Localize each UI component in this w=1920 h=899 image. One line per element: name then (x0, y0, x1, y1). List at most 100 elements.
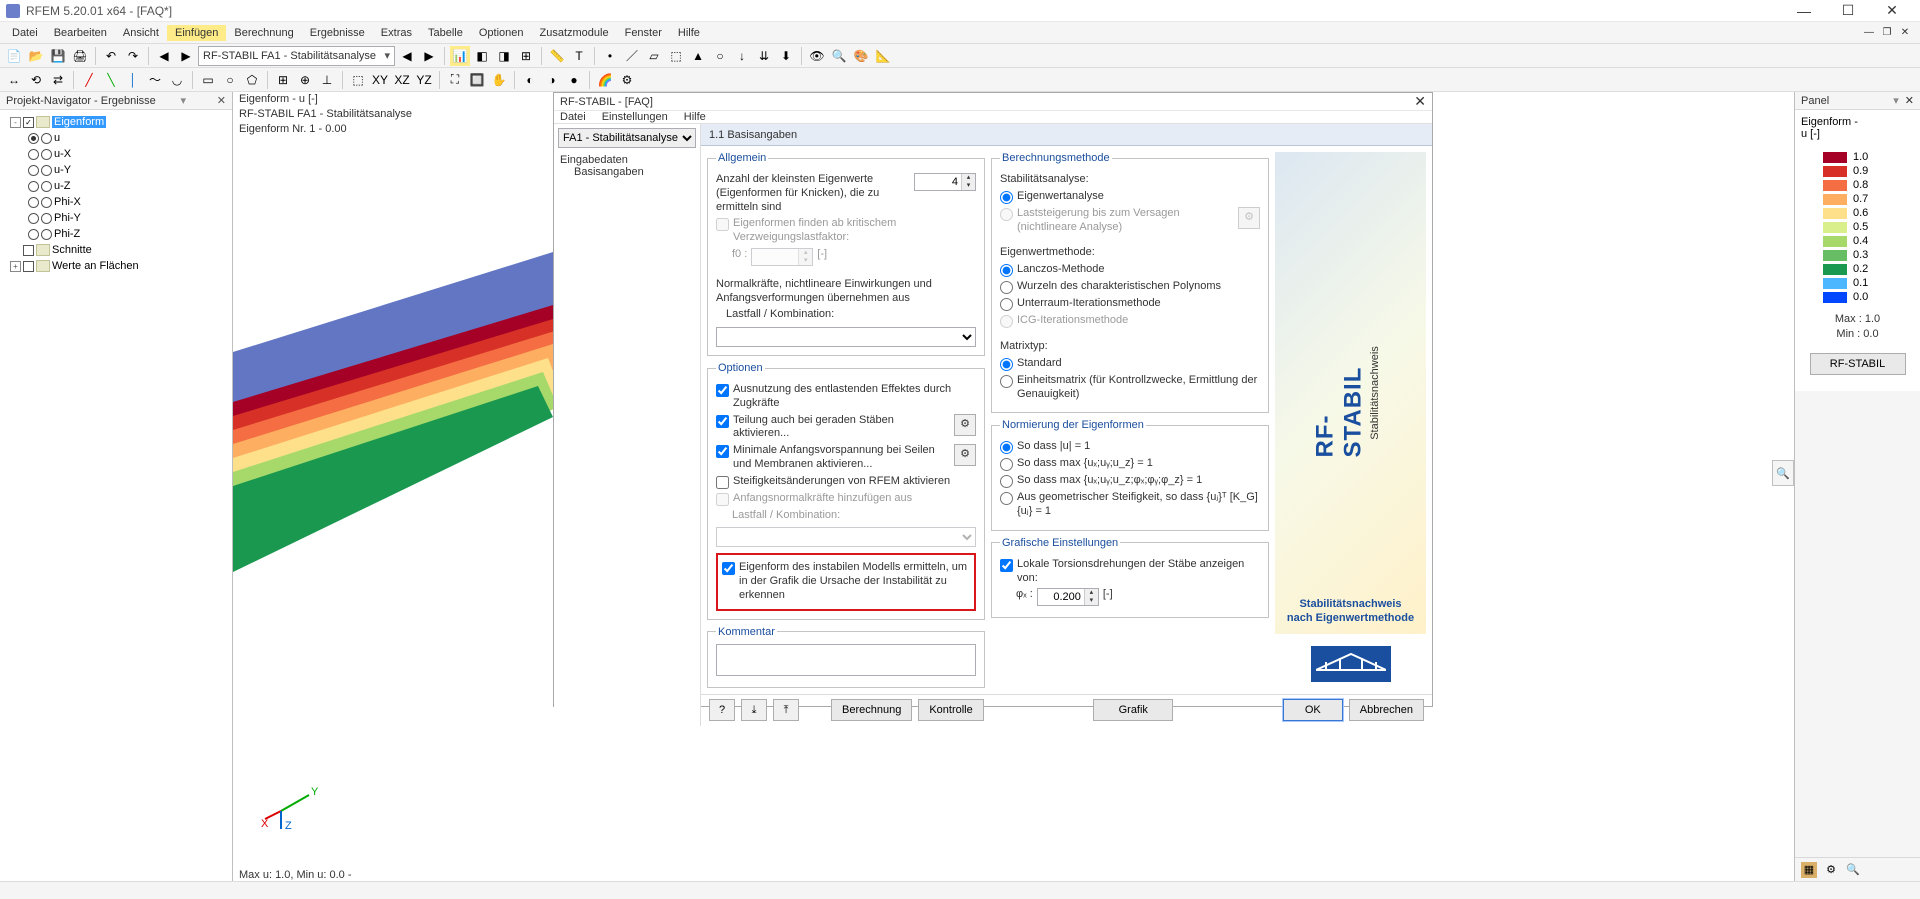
next2-icon[interactable]: ▶ (419, 46, 439, 66)
menu-zusatzmodule[interactable]: Zusatzmodule (532, 25, 617, 41)
extras-icon[interactable]: ⚙ (617, 70, 637, 90)
line-load-icon[interactable]: ⇊ (754, 46, 774, 66)
tree-row[interactable]: +Werte an Flächen (4, 258, 228, 274)
navigator-pin-icon[interactable]: ▾ (181, 94, 187, 107)
export-icon[interactable]: ⤓ (741, 699, 767, 721)
member-icon[interactable]: ／ (622, 46, 642, 66)
tree-label[interactable]: u-Y (54, 164, 71, 176)
pan-icon[interactable]: ✋ (489, 70, 509, 90)
hinge-icon[interactable]: ○ (710, 46, 730, 66)
checkbox-icon[interactable] (23, 245, 34, 256)
radio-icon[interactable] (28, 181, 39, 192)
expand-icon[interactable]: - (10, 117, 21, 128)
mdi-close-button[interactable]: ✕ (1896, 24, 1914, 40)
menu-datei[interactable]: Datei (4, 25, 46, 41)
render-a-icon[interactable]: ◐ (520, 70, 540, 90)
opt3-settings-icon[interactable]: ⚙ (954, 444, 976, 466)
radio-icon[interactable] (28, 133, 39, 144)
view-yz-icon[interactable]: YZ (414, 70, 434, 90)
radio2-icon[interactable] (41, 149, 52, 160)
matrix-r1[interactable] (1000, 358, 1013, 371)
tree-row[interactable]: u (4, 130, 228, 146)
support-icon[interactable]: ▲ (688, 46, 708, 66)
tree-label[interactable]: Werte an Flächen (52, 260, 139, 272)
method-r1[interactable] (1000, 264, 1013, 277)
tree-row[interactable]: -✓ Eigenform (4, 114, 228, 130)
opt6-check[interactable] (722, 562, 735, 575)
circle-icon[interactable]: ○ (220, 70, 240, 90)
stab-r1[interactable] (1000, 191, 1013, 204)
menu-ergebnisse[interactable]: Ergebnisse (302, 25, 373, 41)
radio-icon[interactable] (28, 213, 39, 224)
node-icon[interactable]: • (600, 46, 620, 66)
tree-label[interactable]: Eigenform (52, 116, 106, 128)
menu-extras[interactable]: Extras (373, 25, 420, 41)
dlg-menu-hilfe[interactable]: Hilfe (684, 111, 706, 123)
opt4-check[interactable] (716, 476, 729, 489)
tree-label[interactable]: u-Z (54, 180, 71, 192)
arc-icon[interactable]: ◡ (167, 70, 187, 90)
berechnung-button[interactable]: Berechnung (831, 699, 912, 721)
opt3-check[interactable] (716, 445, 729, 458)
area-load-icon[interactable]: ⬇ (776, 46, 796, 66)
lf-select[interactable] (716, 327, 976, 347)
radio-icon[interactable] (28, 149, 39, 160)
radio2-icon[interactable] (41, 229, 52, 240)
tree-row[interactable]: Phi-Y (4, 210, 228, 226)
view-iso-icon[interactable]: ⬚ (348, 70, 368, 90)
grafik-button[interactable]: Grafik (1093, 699, 1173, 721)
opt1-check[interactable] (716, 384, 729, 397)
dialog-case-select[interactable]: FA1 - Stabilitätsanalyse (558, 128, 696, 148)
tree-row[interactable]: Phi-X (4, 194, 228, 210)
poly-icon[interactable]: ⬠ (242, 70, 262, 90)
zoom-all-icon[interactable]: ⛶ (445, 70, 465, 90)
checkbox-icon[interactable]: ✓ (23, 117, 34, 128)
tree-row[interactable]: u-Z (4, 178, 228, 194)
show-c-icon[interactable]: 🎨 (851, 46, 871, 66)
zoom-win-icon[interactable]: 🔲 (467, 70, 487, 90)
results-toggle-icon[interactable]: 📊 (450, 46, 470, 66)
radio2-icon[interactable] (41, 197, 52, 208)
graf-check[interactable] (1000, 559, 1013, 572)
tree-label[interactable]: Schnitte (52, 244, 92, 256)
panel-tab-3-icon[interactable]: 🔍 (1845, 862, 1861, 878)
window-maximize-button[interactable]: ☐ (1826, 0, 1870, 22)
radio2-icon[interactable] (41, 133, 52, 144)
import-icon[interactable]: ⤒ (773, 699, 799, 721)
tree-row[interactable]: Phi-Z (4, 226, 228, 242)
undo-icon[interactable]: ↶ (101, 46, 121, 66)
eigenwerte-spinner[interactable]: ▴▾ (914, 173, 976, 191)
prev2-icon[interactable]: ◀ (397, 46, 417, 66)
tree-label[interactable]: Phi-Z (54, 228, 80, 240)
save-icon[interactable]: 💾 (48, 46, 68, 66)
next-icon[interactable]: ▶ (176, 46, 196, 66)
norm-r2[interactable] (1000, 458, 1013, 471)
blue-line-icon[interactable]: │ (123, 70, 143, 90)
tree-label[interactable]: u-X (54, 148, 71, 160)
snap-icon[interactable]: ⊕ (295, 70, 315, 90)
prev-icon[interactable]: ◀ (154, 46, 174, 66)
kontrolle-button[interactable]: Kontrolle (918, 699, 983, 721)
panel-close-icon[interactable]: ✕ (1905, 94, 1914, 107)
radio2-icon[interactable] (41, 181, 52, 192)
tree-label[interactable]: u (54, 132, 60, 144)
dlg-menu-einstellungen[interactable]: Einstellungen (602, 111, 668, 123)
menu-tabelle[interactable]: Tabelle (420, 25, 471, 41)
menu-optionen[interactable]: Optionen (471, 25, 532, 41)
panel-tab-1-icon[interactable]: ▦ (1801, 862, 1817, 878)
solid-icon[interactable]: ⬚ (666, 46, 686, 66)
matrix-r2[interactable] (1000, 375, 1013, 388)
ortho-icon[interactable]: ⊥ (317, 70, 337, 90)
red-line-icon[interactable]: ╱ (79, 70, 99, 90)
menu-ansicht[interactable]: Ansicht (115, 25, 167, 41)
tree-row[interactable]: u-Y (4, 162, 228, 178)
norm-r4[interactable] (1000, 492, 1013, 505)
phi-spinner[interactable]: ▴▾ (1037, 588, 1099, 606)
navigator-tree[interactable]: -✓ Eigenform u u-X u-Y u-Z Phi-XPhi-Y Phi-Z Schn… (0, 110, 232, 881)
mdi-minimize-button[interactable]: — (1860, 24, 1878, 40)
help-icon[interactable]: ? (709, 699, 735, 721)
rf-stabil-button[interactable]: RF-STABIL (1810, 353, 1906, 375)
window-minimize-button[interactable]: — (1782, 0, 1826, 22)
radio2-icon[interactable] (41, 213, 52, 224)
mirror-icon[interactable]: ⇄ (48, 70, 68, 90)
